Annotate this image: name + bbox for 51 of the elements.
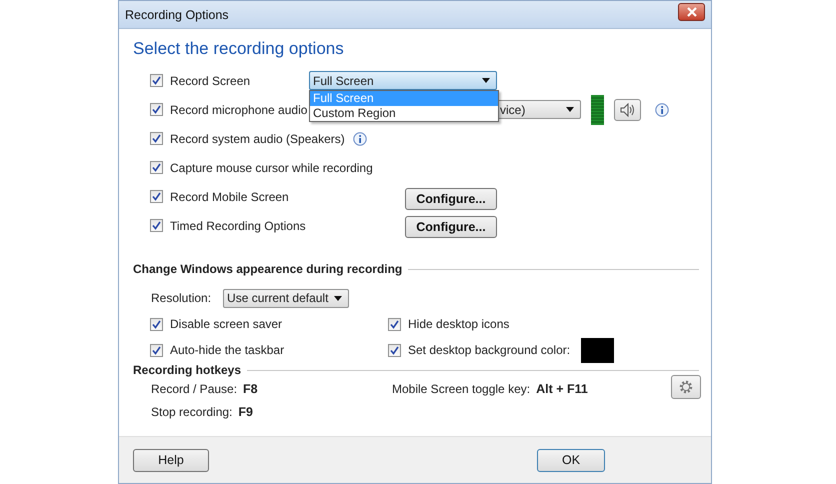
settings-icon: [678, 379, 694, 395]
dialog-button[interactable]: Help: [133, 448, 209, 472]
settings-button[interactable]: [671, 375, 701, 399]
checkbox[interactable]: [150, 74, 163, 87]
caret-icon: [482, 78, 490, 83]
checkbox[interactable]: [150, 161, 163, 174]
configure-button[interactable]: Configure...: [405, 216, 497, 238]
dropdown-option[interactable]: Custom Region: [310, 106, 498, 121]
option-label: Record Mobile Screen: [170, 190, 289, 204]
section-title: Recording hotkeys: [133, 363, 242, 377]
info-icon[interactable]: [655, 102, 669, 116]
dialog-heading: Select the recording options: [133, 39, 345, 59]
checkbox[interactable]: [150, 132, 163, 145]
resolution-dropdown[interactable]: Use current default: [223, 288, 350, 308]
checkbox[interactable]: [150, 219, 163, 232]
checkbox[interactable]: [388, 344, 401, 356]
checkbox[interactable]: [150, 318, 163, 330]
checkbox[interactable]: [150, 344, 163, 356]
checkbox[interactable]: [150, 103, 163, 116]
caret-icon: [334, 296, 342, 300]
dialog-button[interactable]: OK: [537, 448, 605, 472]
option-label: Record system audio (Speakers): [170, 132, 345, 146]
caret-icon: [566, 107, 574, 112]
option-label: Timed Recording Options: [170, 218, 306, 232]
speaker-button[interactable]: [614, 98, 641, 120]
hotkey-label: Stop recording:: [151, 404, 232, 418]
window-title: Recording Options: [125, 8, 229, 22]
option-label: Record Screen: [170, 74, 250, 88]
color-swatch[interactable]: [581, 338, 614, 362]
hotkey-label: Record / Pause:: [151, 382, 238, 396]
checkbox[interactable]: [150, 190, 163, 203]
close-icon: [686, 6, 698, 16]
option-label: Set desktop background color:: [408, 343, 570, 357]
capture-dropdown[interactable]: Full Screen: [309, 71, 497, 90]
option-label: Hide desktop icons: [408, 317, 510, 331]
option-label: Capture mouse cursor while recording: [170, 160, 373, 174]
speaker-icon: [620, 102, 636, 116]
hotkey-label: Mobile Screen toggle key:: [392, 382, 530, 396]
checkbox[interactable]: [388, 318, 401, 330]
hotkey-value: F8: [243, 382, 258, 396]
hotkey-value: Alt + F11: [536, 382, 588, 396]
hotkey-value: F9: [238, 404, 253, 418]
audio-level-meter: [591, 94, 604, 124]
option-label: Disable screen saver: [170, 317, 282, 331]
configure-button[interactable]: Configure...: [405, 188, 497, 210]
section-title: Change Windows appearence during recording: [133, 262, 402, 276]
info-icon[interactable]: [352, 132, 367, 146]
close-button[interactable]: [678, 2, 705, 20]
option-label: Auto-hide the taskbar: [170, 343, 284, 357]
option-label: Record microphone audio: [170, 102, 308, 116]
resolution-label: Resolution:: [151, 291, 212, 305]
